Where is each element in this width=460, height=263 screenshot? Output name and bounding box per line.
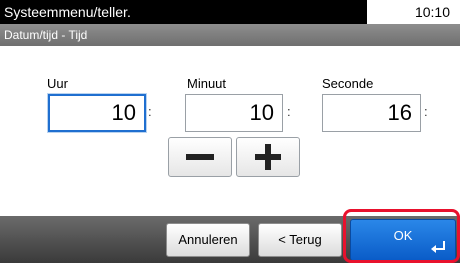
minus-icon xyxy=(186,154,214,160)
second-label: Seconde xyxy=(322,76,374,91)
second-field[interactable]: 16 xyxy=(322,94,421,132)
cancel-button[interactable]: Annuleren xyxy=(166,223,250,257)
minute-separator: : xyxy=(287,104,291,119)
clock: 10:10 xyxy=(414,4,450,20)
plus-icon xyxy=(255,144,281,170)
minute-label: Minuut xyxy=(187,76,227,91)
ok-highlight-frame xyxy=(343,209,460,263)
top-status-bar: Systeemmenu/teller. 10:10 xyxy=(0,0,460,24)
hour-separator: : xyxy=(148,104,152,119)
back-button[interactable]: < Terug xyxy=(258,223,342,257)
increment-button[interactable] xyxy=(236,137,300,177)
hour-field[interactable]: 10 xyxy=(48,94,146,132)
window-title: Systeemmenu/teller. xyxy=(0,0,367,24)
breadcrumb: Datum/tijd - Tijd xyxy=(0,24,460,46)
decrement-button[interactable] xyxy=(168,137,232,177)
hour-label: Uur xyxy=(47,76,68,91)
time-settings-panel: Uur 10 : Minuut 10 : Seconde 16 : xyxy=(0,46,460,216)
minute-field[interactable]: 10 xyxy=(185,94,283,132)
second-separator: : xyxy=(424,104,428,119)
